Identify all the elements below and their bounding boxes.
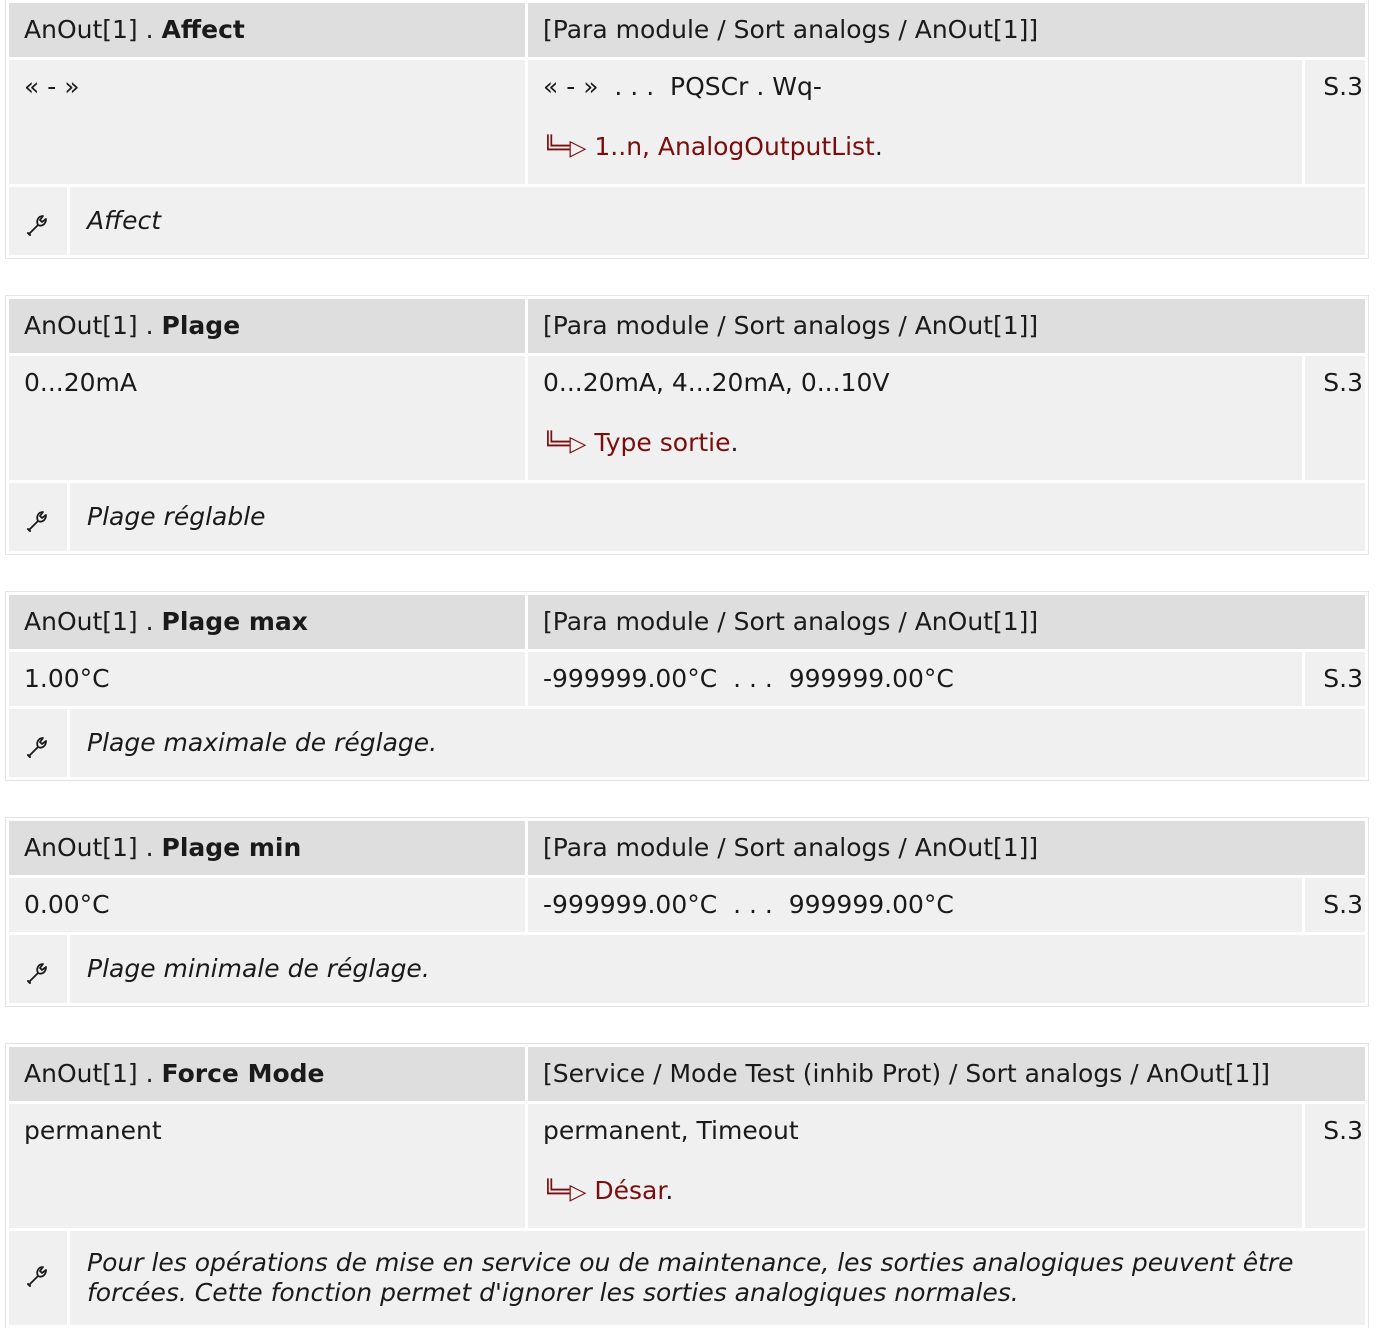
param-name-bold: Plage min — [161, 833, 302, 862]
default-value: 0...20mA — [9, 356, 525, 480]
param-name-bold: Affect — [161, 15, 245, 44]
default-value: permanent — [9, 1104, 526, 1228]
default-value: 1.00°C — [9, 652, 525, 706]
wrench-icon — [9, 187, 67, 255]
param-description: Plage maximale de réglage. — [70, 709, 1365, 777]
value-range: 0...20mA, 4...20mA, 0...10V ╚═▷ Type sor… — [528, 356, 1302, 480]
wrench-icon — [9, 709, 67, 777]
param-table-plage: AnOut[1] . Plage [Para module / Sort ana… — [6, 296, 1368, 554]
reference-code: S.3 — [1305, 60, 1366, 184]
param-table-affect: AnOut[1] . Affect [Para module / Sort an… — [6, 0, 1369, 258]
param-prefix: AnOut[1] . — [24, 833, 162, 862]
param-name: AnOut[1] . Plage max — [9, 595, 525, 649]
range-text: permanent, Timeout — [543, 1116, 799, 1145]
menu-path: [Service / Mode Test (inhib Prot) / Sort… — [528, 1047, 1366, 1101]
menu-path: [Para module / Sort analogs / AnOut[1]] — [528, 821, 1366, 875]
link-text[interactable]: 1..n, AnalogOutputList — [594, 132, 874, 161]
param-table-plage-max: AnOut[1] . Plage max [Para module / Sort… — [6, 592, 1368, 780]
range-text: « - » . . . PQSCr . Wq- — [543, 72, 822, 101]
param-description: Affect — [70, 187, 1366, 255]
reference-code: S.3 — [1305, 878, 1366, 932]
wrench-icon — [9, 1231, 67, 1325]
link-arrow-icon: ╚═▷ — [543, 432, 587, 457]
param-table-force-mode: AnOut[1] . Force Mode [Service / Mode Te… — [6, 1044, 1369, 1328]
value-range: -999999.00°C . . . 999999.00°C — [528, 652, 1302, 706]
link-arrow-icon: ╚═▷ — [543, 1180, 587, 1205]
param-prefix: AnOut[1] . — [24, 607, 162, 636]
reference-code: S.3 — [1305, 1104, 1366, 1228]
parameter-list: AnOut[1] . Affect [Para module / Sort an… — [0, 0, 1377, 1328]
value-range: permanent, Timeout ╚═▷ Désar. — [528, 1104, 1303, 1228]
link-arrow-icon: ╚═▷ — [543, 136, 587, 161]
reference-link[interactable]: ╚═▷ Désar. — [543, 1176, 1302, 1208]
wrench-icon — [9, 483, 67, 551]
default-value: « - » — [9, 60, 526, 184]
reference-link[interactable]: ╚═▷ 1..n, AnalogOutputList. — [543, 132, 1302, 164]
param-name-bold: Plage max — [161, 607, 308, 636]
reference-code: S.3 — [1305, 652, 1365, 706]
wrench-icon — [9, 935, 67, 1003]
param-name: AnOut[1] . Force Mode — [9, 1047, 526, 1101]
param-prefix: AnOut[1] . — [24, 311, 162, 340]
reference-code: S.3 — [1305, 356, 1365, 480]
param-prefix: AnOut[1] . — [24, 1059, 162, 1088]
param-name: AnOut[1] . Plage min — [9, 821, 526, 875]
param-description: Pour les opérations de mise en service o… — [70, 1231, 1366, 1325]
param-name: AnOut[1] . Plage — [9, 299, 525, 353]
menu-path: [Para module / Sort analogs / AnOut[1]] — [528, 299, 1365, 353]
param-name: AnOut[1] . Affect — [9, 3, 526, 57]
menu-path: [Para module / Sort analogs / AnOut[1]] — [528, 595, 1365, 649]
value-range: -999999.00°C . . . 999999.00°C — [528, 878, 1303, 932]
param-table-plage-min: AnOut[1] . Plage min [Para module / Sort… — [6, 818, 1369, 1006]
link-text[interactable]: Désar — [594, 1176, 665, 1205]
link-text[interactable]: Type sortie — [594, 428, 730, 457]
param-name-bold: Plage — [161, 311, 241, 340]
menu-path: [Para module / Sort analogs / AnOut[1]] — [528, 3, 1366, 57]
param-description: Plage minimale de réglage. — [70, 935, 1366, 1003]
param-name-bold: Force Mode — [161, 1059, 325, 1088]
value-range: « - » . . . PQSCr . Wq- ╚═▷ 1..n, Analog… — [528, 60, 1303, 184]
param-prefix: AnOut[1] . — [24, 15, 162, 44]
default-value: 0.00°C — [9, 878, 526, 932]
range-text: 0...20mA, 4...20mA, 0...10V — [543, 368, 890, 397]
reference-link[interactable]: ╚═▷ Type sortie. — [543, 428, 1302, 460]
param-description: Plage réglable — [70, 483, 1365, 551]
